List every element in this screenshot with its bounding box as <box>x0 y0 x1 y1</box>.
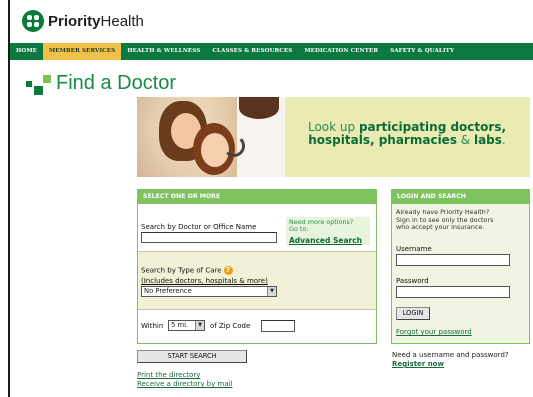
nav-member-services[interactable]: MEMBER SERVICES <box>43 43 122 60</box>
forgot-password-link[interactable]: Forgot your password <box>396 328 472 336</box>
zip-label: of Zip Code <box>210 322 251 330</box>
zip-code-input[interactable] <box>261 320 295 332</box>
login-panel: LOGIN AND SEARCH Already have Priority H… <box>391 189 530 344</box>
info-icon[interactable]: ? <box>223 266 233 275</box>
password-input[interactable] <box>396 286 510 298</box>
search-panel-heading: SELECT ONE OR MORE <box>138 190 376 204</box>
mail-directory-link[interactable]: Receive a directory by mail <box>137 380 233 388</box>
distance-select[interactable]: 5 mi. ▼ <box>168 320 205 331</box>
nav-classes-resources[interactable]: CLASSES & RESOURCES <box>206 43 298 60</box>
print-directory-link[interactable]: Print the directory <box>137 371 200 379</box>
care-type-sublabel: (Includes doctors, hospitals & more) <box>141 277 268 285</box>
care-type-label: Search by Type of Care? <box>141 266 233 275</box>
chevron-down-icon: ▼ <box>195 321 204 330</box>
distance-section: Within 5 mi. ▼ of Zip Code <box>138 310 376 343</box>
name-search-input[interactable] <box>141 232 277 243</box>
care-type-select[interactable]: No Preference ▼ <box>141 286 277 297</box>
username-input[interactable] <box>396 254 510 266</box>
nav-safety-quality[interactable]: SAFETY & QUALITY <box>384 43 460 60</box>
login-button[interactable]: LOGIN <box>396 307 430 320</box>
name-search-label: Search by Doctor or Office Name <box>141 223 257 231</box>
logo-icon <box>22 10 44 32</box>
search-panel: SELECT ONE OR MORE Search by Doctor or O… <box>137 189 377 344</box>
register-prompt: Need a username and password? <box>392 351 509 359</box>
page-title-text: Find a Doctor <box>56 72 177 94</box>
family-doctor-photo <box>137 97 285 177</box>
priority-health-logo[interactable]: PriorityHealth <box>22 10 144 32</box>
login-intro-text: Already have Priority Health? Sign in to… <box>396 208 494 232</box>
register-link[interactable]: Register now <box>392 360 444 368</box>
login-form: Already have Priority Health? Sign in to… <box>392 204 529 343</box>
page-title: Find a Doctor <box>26 72 176 95</box>
squares-icon <box>26 73 52 95</box>
hero-banner: Look up participating doctors, hospitals… <box>137 97 530 177</box>
more-options-text: Need more options? Go to: <box>289 218 354 233</box>
username-label: Username <box>396 245 432 253</box>
within-label: Within <box>141 322 164 330</box>
nav-home[interactable]: HOME <box>10 43 43 60</box>
nav-health-wellness[interactable]: HEALTH & WELLNESS <box>121 43 206 60</box>
advanced-search-link[interactable]: Advanced Search <box>289 236 362 245</box>
logo-wordmark: PriorityHealth <box>48 12 144 30</box>
password-label: Password <box>396 277 429 285</box>
main-nav: HOME MEMBER SERVICES HEALTH & WELLNESS C… <box>10 43 533 60</box>
care-type-section: Search by Type of Care? (Includes doctor… <box>138 252 376 310</box>
start-search-button[interactable]: START SEARCH <box>137 350 247 363</box>
chevron-down-icon: ▼ <box>267 287 276 296</box>
name-search-section: Search by Doctor or Office Name Need mor… <box>138 204 376 252</box>
login-panel-heading: LOGIN AND SEARCH <box>392 190 529 204</box>
more-options-box: Need more options? Go to: Advanced Search <box>286 217 370 245</box>
nav-medication-center[interactable]: MEDICATION CENTER <box>298 43 384 60</box>
banner-headline: Look up participating doctors, hospitals… <box>307 120 507 147</box>
